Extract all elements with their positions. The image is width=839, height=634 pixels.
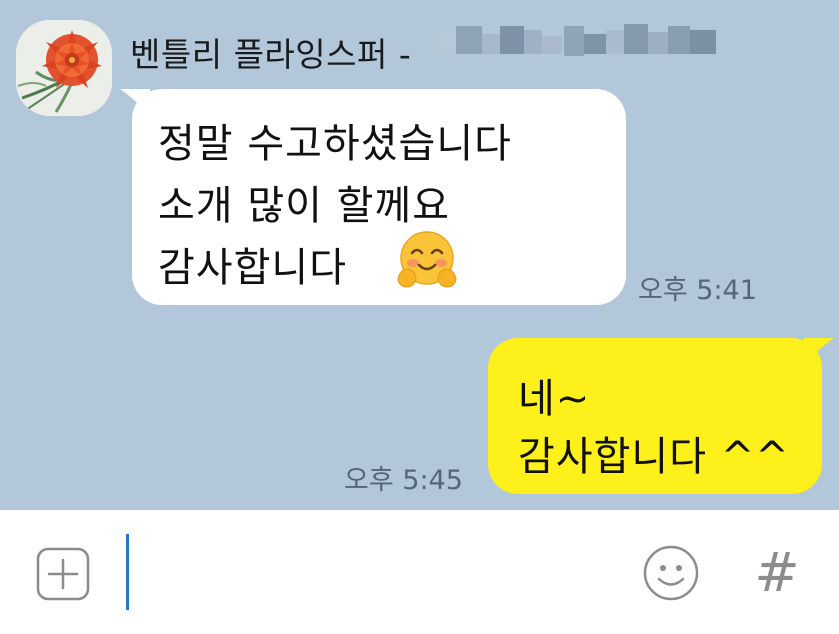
flower-photo-icon xyxy=(16,20,112,116)
message-input[interactable] xyxy=(120,532,636,616)
message-timestamp: 오후 5:41 xyxy=(638,275,757,306)
message-line: 소개 많이 할께요 xyxy=(158,183,451,229)
hashtag-icon[interactable]: # xyxy=(752,546,802,600)
sender-avatar[interactable] xyxy=(16,20,112,116)
outgoing-message-bubble[interactable]: 네~ 감사합니다 ^^ xyxy=(488,338,834,494)
message-input-bar: # xyxy=(0,510,839,634)
chat-area[interactable]: 벤틀리 플라잉스퍼 - 정말 수고하셨습니다 소개 많이 할께요 감사합니다 오… xyxy=(0,0,839,510)
hugging-face-emoji-icon xyxy=(397,231,457,288)
message-line: 네~ xyxy=(518,376,591,422)
message-timestamp: 오후 5:45 xyxy=(344,465,463,496)
sender-name-blurred-part xyxy=(436,16,726,72)
smiley-icon[interactable] xyxy=(642,544,700,602)
bubble-tail xyxy=(120,89,150,115)
plus-square-icon[interactable] xyxy=(36,547,90,601)
text-cursor xyxy=(126,534,129,610)
message-line: 감사합니다 xyxy=(158,245,347,291)
bubble-tail xyxy=(804,338,834,364)
message-line: 감사합니다 ^^ xyxy=(518,434,790,480)
message-line: 정말 수고하셨습니다 xyxy=(158,121,512,167)
sender-name: 벤틀리 플라잉스퍼 - xyxy=(130,35,412,74)
incoming-message-bubble[interactable]: 정말 수고하셨습니다 소개 많이 할께요 감사합니다 xyxy=(120,89,626,305)
